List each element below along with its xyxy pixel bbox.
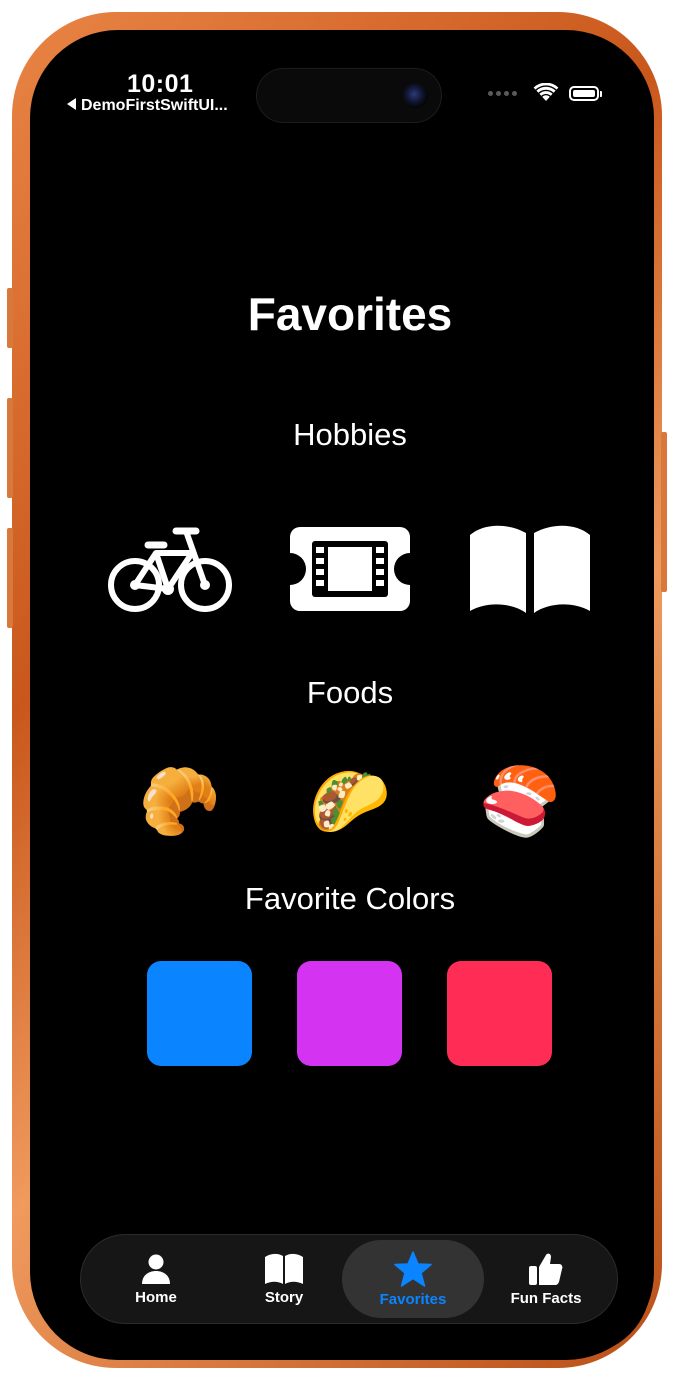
open-book-icon — [465, 519, 595, 619]
back-arrow-icon — [67, 98, 76, 110]
tab-story[interactable]: Story — [228, 1234, 340, 1324]
person-icon — [142, 1254, 170, 1284]
tab-favorites[interactable]: Favorites — [342, 1240, 484, 1318]
tab-favorites-label: Favorites — [379, 1290, 447, 1308]
foods-heading: Foods — [306, 675, 394, 710]
color-swatch-blue — [147, 961, 252, 1066]
battery-icon — [569, 85, 602, 101]
color-swatch-purple — [297, 961, 402, 1066]
screen: 10:01 DemoFirstSwiftUI... Favorites Hobb… — [49, 49, 651, 1355]
tab-fun-facts[interactable]: Fun Facts — [490, 1234, 602, 1324]
film-ticket-icon — [285, 519, 415, 619]
tab-bar: Home Story Favorites Fun Facts — [80, 1234, 618, 1324]
sushi-emoji: 🍣 — [478, 764, 562, 838]
star-icon — [394, 1250, 432, 1287]
power-button — [661, 432, 667, 592]
page-title: Favorites — [247, 288, 453, 340]
tab-home-label: Home — [135, 1288, 177, 1306]
back-app-label: DemoFirstSwiftUI... — [81, 97, 228, 114]
taco-emoji: 🌮 — [308, 764, 392, 838]
color-swatch-red — [447, 961, 552, 1066]
status-indicators — [488, 83, 602, 103]
volume-up-button — [7, 398, 13, 498]
volume-down-button — [7, 528, 13, 628]
action-button — [7, 288, 13, 348]
thumbs-up-icon — [529, 1253, 563, 1285]
tab-fun-facts-label: Fun Facts — [510, 1289, 582, 1307]
dynamic-island — [256, 68, 442, 123]
tab-home[interactable]: Home — [100, 1234, 212, 1324]
back-to-app-link[interactable]: DemoFirstSwiftUI... — [67, 97, 228, 115]
tab-story-label: Story — [264, 1288, 304, 1306]
phone-frame: 10:01 DemoFirstSwiftUI... Favorites Hobb… — [7, 12, 667, 1368]
cellular-signal-icon — [488, 90, 517, 96]
wifi-icon — [533, 83, 559, 101]
croissant-emoji: 🥐 — [138, 764, 222, 838]
hobbies-heading: Hobbies — [293, 417, 407, 452]
bicycle-icon — [105, 519, 235, 619]
front-camera — [403, 83, 428, 108]
status-time: 10:01 — [127, 70, 194, 98]
colors-heading: Favorite Colors — [244, 881, 456, 916]
book-icon — [265, 1253, 303, 1284]
